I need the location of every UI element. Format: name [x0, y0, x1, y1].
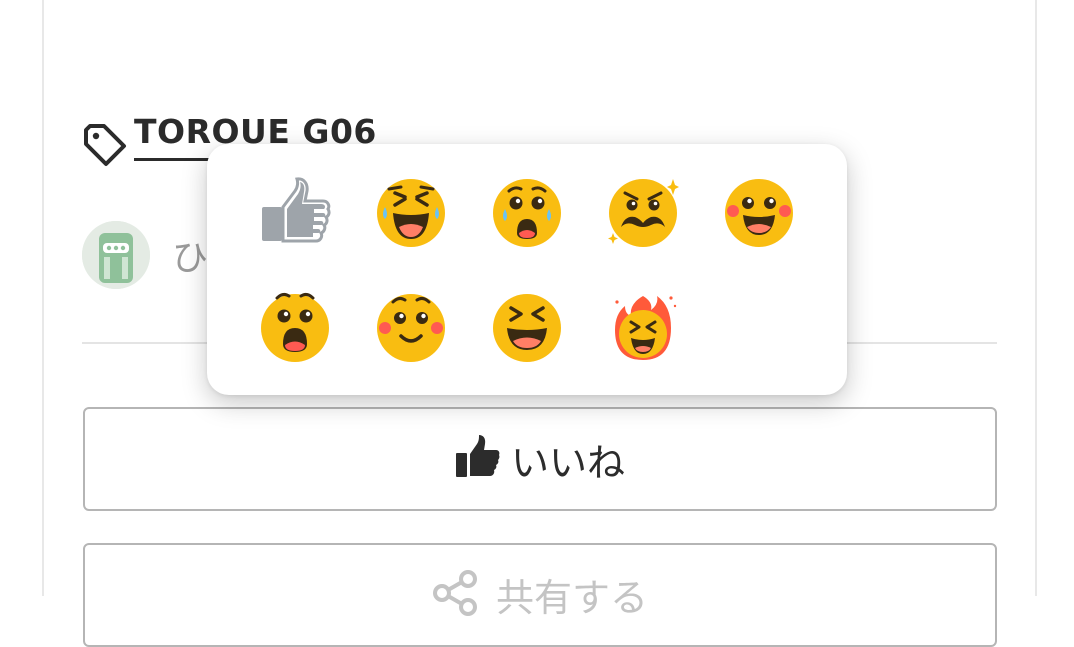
- reaction-picker: [207, 144, 847, 395]
- author-row: ひ: [82, 221, 208, 289]
- author-name[interactable]: ひ: [172, 229, 208, 281]
- share-icon: [432, 569, 480, 621]
- fire-face-icon[interactable]: [607, 292, 679, 364]
- touched-blush-face-icon[interactable]: [375, 292, 447, 364]
- tag-icon: [82, 122, 128, 168]
- laughing-tears-face-icon[interactable]: [375, 177, 447, 249]
- share-button-label: 共有する: [495, 576, 648, 620]
- card-border-right: [1035, 0, 1037, 596]
- happy-blush-face-icon[interactable]: [723, 177, 795, 249]
- mustache-face-icon[interactable]: [607, 177, 679, 249]
- share-button[interactable]: 共有する: [83, 543, 997, 647]
- thumbs-up-reaction-icon[interactable]: [259, 177, 331, 249]
- crying-face-icon[interactable]: [491, 177, 563, 249]
- grinning-squint-face-icon[interactable]: [491, 292, 563, 364]
- like-button[interactable]: いいね: [83, 407, 997, 511]
- like-button-label: いいね: [510, 440, 625, 485]
- thumbs-up-icon: [455, 434, 501, 484]
- card-border-left: [42, 0, 44, 596]
- avatar[interactable]: [82, 221, 150, 289]
- surprised-face-icon[interactable]: [259, 292, 331, 364]
